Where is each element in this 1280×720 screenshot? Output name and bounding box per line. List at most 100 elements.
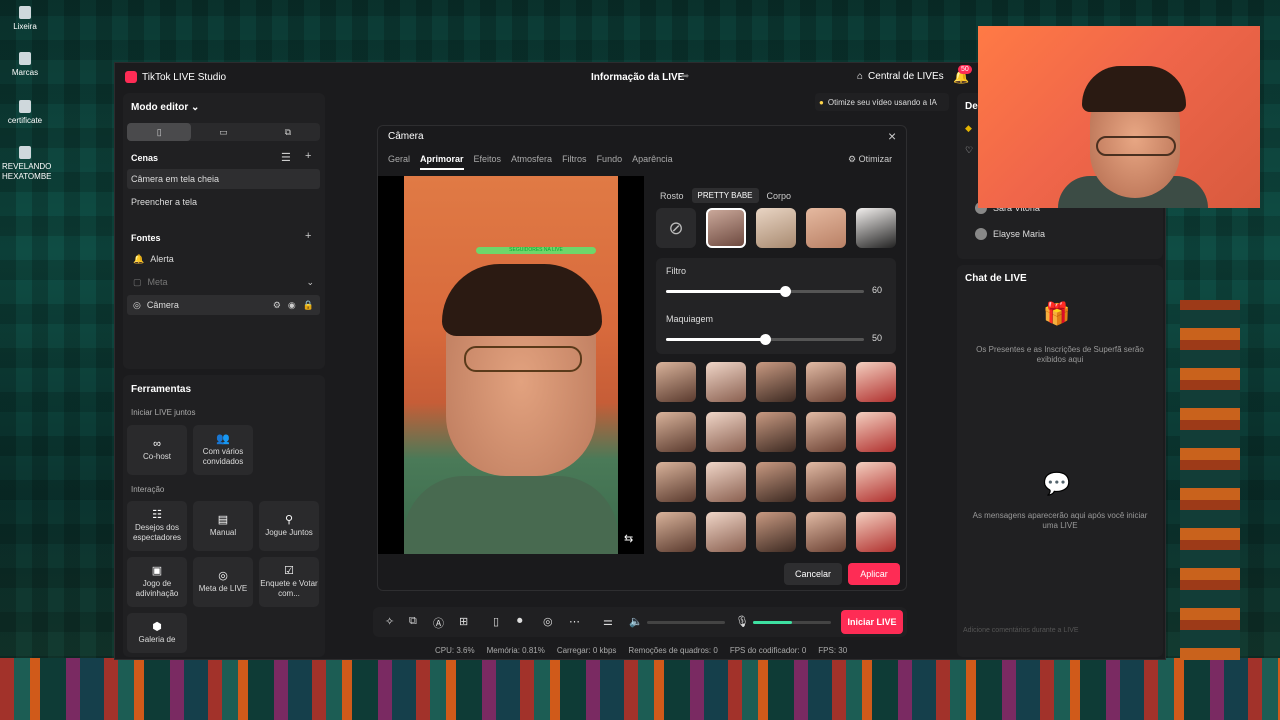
makeup-style-thumb[interactable]: [856, 512, 896, 552]
more-icon[interactable]: ⋯: [569, 615, 580, 628]
ai-icon[interactable]: Ⓐ: [433, 615, 444, 631]
makeup-style-thumb[interactable]: [656, 362, 696, 402]
makeup-slider-knob[interactable]: [760, 334, 771, 345]
ai-optimize-hint[interactable]: ● Otimize seu vídeo usando a IA: [815, 93, 949, 111]
eye-icon[interactable]: ◉: [288, 300, 296, 311]
desktop-icon-certificate[interactable]: certificate: [2, 100, 48, 126]
makeup-style-thumb[interactable]: [806, 462, 846, 502]
guessing-game-tool[interactable]: ▣ Jogo de adivinhação: [127, 557, 187, 607]
viewer-name: Elayse Maria: [993, 229, 1046, 239]
preset-thumb[interactable]: [806, 208, 846, 248]
scene-item[interactable]: Câmera em tela cheia: [127, 169, 320, 189]
makeup-style-thumb[interactable]: [656, 512, 696, 552]
list-icon[interactable]: ☰: [281, 151, 291, 164]
makeup-style-thumb[interactable]: [706, 412, 746, 452]
cohost-tool[interactable]: ∞ Co-host: [127, 425, 187, 475]
stat-cpu: CPU: 3.6%: [435, 646, 475, 655]
none-preset[interactable]: ⊘: [656, 208, 696, 248]
style-presets-row: ⊘: [656, 208, 896, 248]
makeup-style-thumb[interactable]: [756, 362, 796, 402]
poll-tool[interactable]: ☑ Enquete e Votar com...: [259, 557, 319, 607]
play-together-tool[interactable]: ⚲ Jogue Juntos: [259, 501, 319, 551]
makeup-style-thumb[interactable]: [706, 462, 746, 502]
tab-fundo[interactable]: Fundo: [597, 154, 623, 170]
add-source-icon[interactable]: +: [305, 230, 311, 242]
gallery-tool[interactable]: ⬢ Galeria de: [127, 613, 187, 653]
viewer-item[interactable]: Elayse Maria: [975, 228, 1045, 240]
magic-icon[interactable]: ✧: [385, 615, 394, 628]
makeup-slider[interactable]: [666, 334, 864, 345]
live-goal-tool[interactable]: ◎ Meta de LIVE: [193, 557, 253, 607]
source-item-meta[interactable]: ▢ Meta ⌄: [127, 272, 320, 292]
tab-geral[interactable]: Geral: [388, 154, 410, 170]
apply-button[interactable]: Aplicar: [848, 563, 900, 585]
mirror-icon[interactable]: ⇆: [624, 532, 633, 545]
record-icon[interactable]: ⏺: [517, 615, 523, 628]
portrait-button[interactable]: ▯: [127, 123, 192, 141]
volume-slider[interactable]: [647, 621, 725, 624]
makeup-style-thumb[interactable]: [706, 362, 746, 402]
viewer-wishes-tool[interactable]: ☷ Desejos dos espectadores: [127, 501, 187, 551]
makeup-style-thumb[interactable]: [806, 412, 846, 452]
add-media-icon[interactable]: ⊞: [459, 615, 468, 628]
subtab-pretty-babe[interactable]: PRETTY BABE: [691, 188, 759, 203]
subtab-rosto[interactable]: Rosto: [660, 191, 684, 201]
preset-thumb[interactable]: [756, 208, 796, 248]
go-live-button[interactable]: Iniciar LIVE: [841, 610, 903, 634]
makeup-style-thumb[interactable]: [806, 512, 846, 552]
filter-slider[interactable]: [666, 286, 864, 297]
tab-filtros[interactable]: Filtros: [562, 154, 587, 170]
makeup-style-thumb[interactable]: [856, 362, 896, 402]
close-icon[interactable]: ×: [888, 128, 896, 144]
tab-efeitos[interactable]: Efeitos: [474, 154, 502, 170]
effects-icon[interactable]: ⧉: [409, 615, 417, 628]
live-info-title[interactable]: Informação da LIVE: [591, 72, 684, 83]
mixer-icon[interactable]: ⚌: [603, 615, 613, 628]
preset-thumb[interactable]: [856, 208, 896, 248]
add-scene-icon[interactable]: +: [305, 150, 311, 162]
source-item-alerta[interactable]: 🔔 Alerta: [127, 249, 320, 269]
makeup-style-thumb[interactable]: [806, 362, 846, 402]
makeup-style-thumb[interactable]: [756, 462, 796, 502]
settings-icon[interactable]: ⚙: [273, 300, 281, 311]
multi-guest-tool[interactable]: 👥 Com vários convidados: [193, 425, 253, 475]
desktop-icon-lixeira[interactable]: Lixeira: [2, 6, 48, 32]
microphone-icon[interactable]: 🎙: [735, 615, 749, 628]
dual-button[interactable]: ⧉: [256, 123, 320, 141]
tools-heading: Ferramentas: [131, 384, 192, 395]
source-item-camera[interactable]: ◎ Câmera ⚙ ◉ 🔒: [127, 295, 320, 315]
makeup-style-thumb[interactable]: [856, 462, 896, 502]
central-lives-button[interactable]: ⌂ Central de LIVEs: [857, 71, 944, 82]
tab-aparencia[interactable]: Aparência: [632, 154, 673, 170]
filter-value: 60: [872, 285, 883, 295]
makeup-style-thumb[interactable]: [706, 512, 746, 552]
landscape-button[interactable]: ▭: [191, 123, 255, 141]
preset-thumb[interactable]: [706, 208, 746, 248]
makeup-style-thumb[interactable]: [856, 412, 896, 452]
chevron-down-icon[interactable]: ⌄: [306, 277, 314, 288]
makeup-style-thumb[interactable]: [756, 512, 796, 552]
lock-icon[interactable]: 🔒: [303, 300, 314, 311]
screenshot-icon[interactable]: ◎: [543, 615, 553, 628]
phone-icon[interactable]: ▯: [493, 615, 499, 628]
optimize-button[interactable]: ⚙ Otimizar: [848, 154, 892, 165]
camera-preview: SEGUIDORES NA LIVE ⇆: [378, 176, 644, 554]
makeup-style-thumb[interactable]: [656, 462, 696, 502]
filter-slider-knob[interactable]: [779, 286, 791, 297]
subtab-corpo[interactable]: Corpo: [767, 191, 792, 201]
tab-atmosfera[interactable]: Atmosfera: [511, 154, 552, 170]
tab-aprimorar[interactable]: Aprimorar: [420, 154, 464, 170]
person-shirt: [404, 476, 618, 554]
makeup-style-thumb[interactable]: [656, 412, 696, 452]
scene-item[interactable]: Preencher a tela: [127, 192, 320, 212]
chat-input[interactable]: Adicione comentários durante a LIVE: [963, 627, 1157, 634]
editor-mode-dropdown[interactable]: Modo editor ⌄: [131, 102, 199, 113]
makeup-style-thumb[interactable]: [756, 412, 796, 452]
desktop-icon-revelando[interactable]: REVELANDO HEXATOMBE: [2, 146, 52, 182]
share-icon[interactable]: ➦: [681, 71, 689, 82]
manual-tool[interactable]: ▤ Manual: [193, 501, 253, 551]
mic-level-slider[interactable]: [753, 621, 831, 624]
cancel-button[interactable]: Cancelar: [784, 563, 842, 585]
desktop-icon-marcas[interactable]: Marcas: [2, 52, 48, 78]
speaker-icon[interactable]: 🔈: [629, 615, 643, 628]
